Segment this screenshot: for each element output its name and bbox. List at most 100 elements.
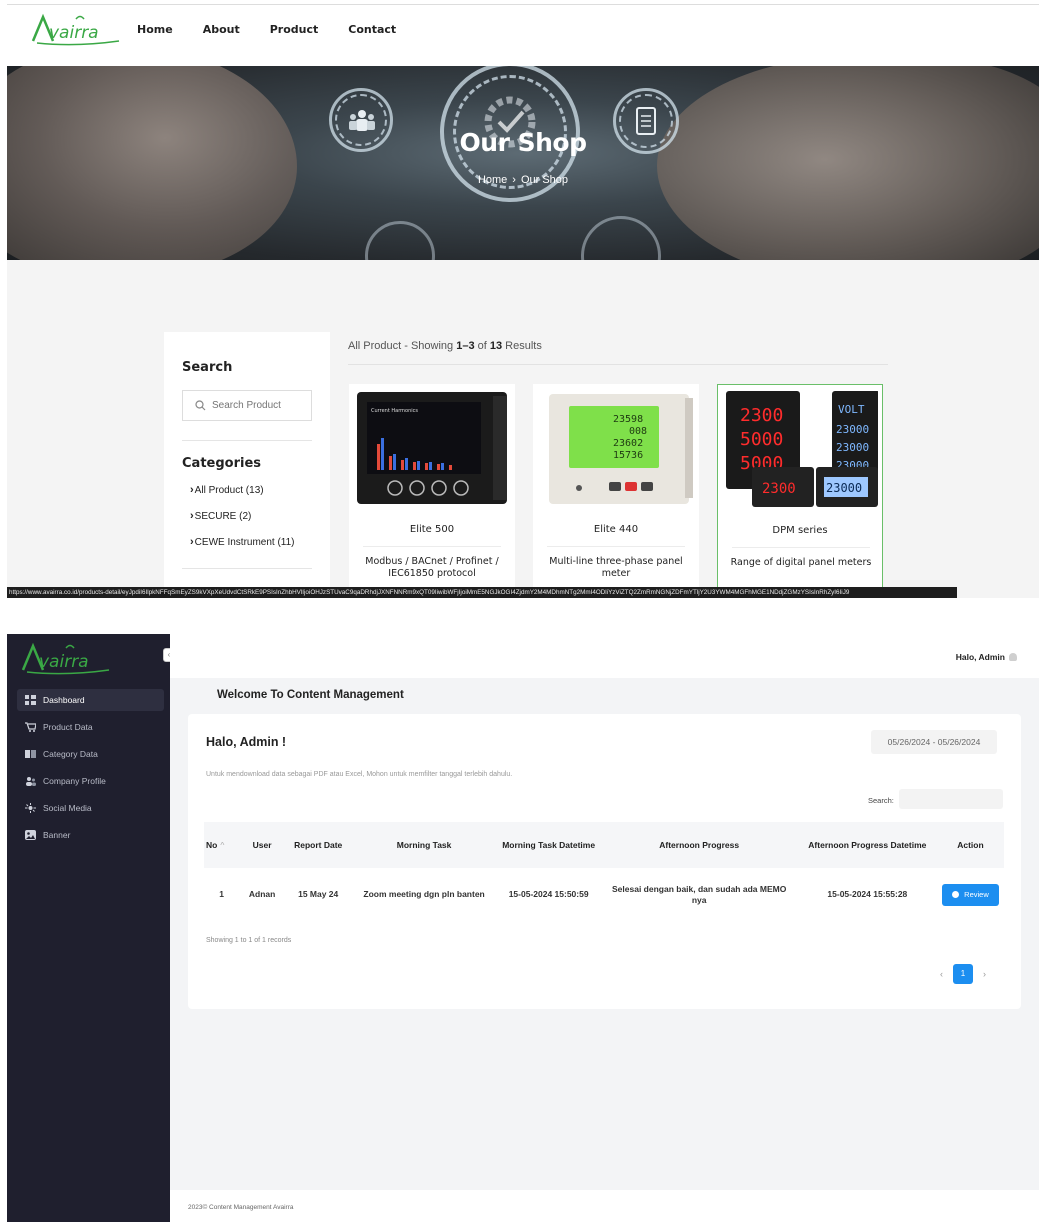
table-row: 1 Adnan 15 May 24 Zoom meeting dgn pln b… — [204, 868, 1004, 921]
report-panel: Halo, Admin ! 05/26/2024 - 05/26/2024 Un… — [188, 714, 1021, 1009]
svg-text:23000: 23000 — [836, 441, 869, 454]
menu-item-dashboard[interactable]: Dashboard — [17, 689, 164, 711]
table-search-input[interactable] — [899, 789, 1003, 809]
admin-sidebar: vairra ‹ Dashboard Product Data Category… — [7, 634, 175, 1222]
prev-page-icon[interactable]: ‹ — [940, 969, 943, 979]
nav-contact[interactable]: Contact — [348, 23, 396, 36]
svg-text:23598: 23598 — [613, 414, 643, 425]
search-heading: Search — [182, 360, 233, 375]
category-label: All Product (13) — [194, 485, 264, 496]
category-label: SECURE (2) — [194, 511, 252, 522]
search-product-input[interactable] — [212, 400, 307, 411]
book-icon — [25, 750, 36, 758]
col-no[interactable]: No ^ — [204, 822, 240, 868]
category-secure[interactable]: ›SECURE (2) — [190, 510, 251, 522]
page-heading: Welcome To Content Management — [217, 689, 404, 701]
shop-content: Search Categories ›All Product (13) ›SEC… — [7, 260, 1039, 598]
product-desc: Multi-line three-phase panel meter — [549, 556, 683, 579]
user-icon — [1009, 653, 1017, 661]
next-page-icon[interactable]: › — [983, 969, 986, 979]
col-action[interactable]: Action — [936, 822, 1004, 868]
sort-asc-icon: ^ — [220, 839, 225, 850]
categories-heading: Categories — [182, 456, 262, 471]
menu-item-product-data[interactable]: Product Data — [17, 716, 164, 738]
col-morning-task-datetime[interactable]: Morning Task Datetime — [496, 822, 601, 868]
dashboard-icon — [25, 695, 36, 705]
product-search-box[interactable] — [182, 390, 312, 421]
category-cewe-instrument[interactable]: ›CEWE Instrument (11) — [190, 536, 295, 548]
date-range-picker[interactable]: 05/26/2024 - 05/26/2024 — [871, 730, 997, 754]
product-card-elite-500[interactable]: Current Harmonics Elite 500 Modbus / BAC… — [349, 384, 515, 598]
cell-user: Adnan — [248, 889, 276, 899]
menu-label: Social Media — [43, 803, 92, 813]
cell-afternoon-progress: Selesai dengan baik, dan sudah ada MEMO … — [612, 883, 787, 905]
product-name[interactable]: DPM series — [718, 525, 882, 536]
product-card-elite-440[interactable]: 23598 008 23602 15736 Elite 440 Multi-line … — [533, 384, 699, 598]
col-report-date[interactable]: Report Date — [284, 822, 352, 868]
browser-status-url: https://www.avairra.co.id/products-detai… — [7, 587, 957, 598]
user-greeting: Halo, Admin — [955, 652, 1005, 662]
user-menu[interactable]: Halo, Admin — [956, 652, 1017, 662]
product-desc: Range of digital panel meters — [730, 557, 872, 568]
cell-morning-datetime: 15-05-2024 15:50:59 — [508, 889, 589, 899]
svg-text:23602: 23602 — [613, 438, 643, 449]
review-button[interactable]: Review — [942, 883, 999, 906]
menu-item-social-media[interactable]: Social Media — [17, 797, 164, 819]
results-summary: All Product - Showing 1–3 of 13 Results — [348, 340, 542, 352]
hero-hand-right — [657, 66, 1039, 260]
results-range: 1–3 — [456, 340, 475, 352]
results-divider — [348, 364, 888, 365]
breadcrumb-home[interactable]: Home — [478, 174, 507, 186]
nav-product[interactable]: Product — [270, 23, 319, 36]
hero-hand-left — [7, 66, 297, 260]
results-prefix: All Product - Showing — [348, 340, 457, 352]
nav-home[interactable]: Home — [137, 23, 173, 36]
col-morning-task[interactable]: Morning Task — [351, 822, 497, 868]
hero-title: Our Shop — [459, 128, 587, 157]
product-card-dpm-series[interactable]: 2300 5000 5000 VOLT 23000 23000 23000 2300 23… — [717, 384, 883, 598]
menu-label: Product Data — [43, 722, 93, 732]
category-label: CEWE Instrument (11) — [194, 537, 295, 548]
menu-label: Banner — [43, 830, 71, 840]
hero-banner: Our Shop Home › Our Shop — [7, 66, 1039, 260]
cell-afternoon-datetime: 15-05-2024 15:55:28 — [827, 889, 908, 899]
download-note: Untuk mendownload data sebagai PDF atau … — [206, 771, 513, 778]
menu-item-banner[interactable]: Banner — [17, 824, 164, 846]
page-button-current[interactable]: 1 — [953, 964, 973, 984]
table-header-row: No ^ User Report Date Morning Task Mornin… — [204, 822, 1004, 868]
nav-about[interactable]: About — [203, 23, 240, 36]
elite-500-image: Current Harmonics — [357, 392, 507, 504]
svg-text:vairra: vairra — [49, 23, 99, 43]
breadcrumb: Home › Our Shop — [7, 174, 1039, 186]
avairra-logo[interactable]: vairra — [31, 13, 121, 47]
avairra-logo[interactable]: vairra — [21, 642, 111, 676]
breadcrumb-current: Our Shop — [520, 174, 569, 186]
chevron-right-icon: › — [190, 510, 194, 522]
footer-copyright: 2023© Content Management Avairra — [188, 1204, 294, 1211]
admin-dashboard-screenshot: vairra ‹ Dashboard Product Data Category… — [7, 634, 1039, 1222]
menu-item-company-profile[interactable]: Company Profile — [17, 770, 164, 792]
product-name[interactable]: Elite 500 — [349, 524, 515, 535]
report-table: No ^ User Report Date Morning Task Mornin… — [204, 822, 1004, 921]
admin-topbar: Halo, Admin — [170, 634, 1039, 678]
menu-item-category-data[interactable]: Category Data — [17, 743, 164, 765]
results-suffix: Results — [502, 340, 542, 352]
pagination: ‹ 1 › — [940, 964, 986, 984]
elite-440-image: 235980082360215736 — [549, 394, 693, 504]
product-name[interactable]: Elite 440 — [533, 524, 699, 535]
results-of: of — [474, 340, 490, 352]
sidebar-divider — [182, 568, 312, 569]
image-icon — [25, 830, 36, 840]
product-desc: Modbus / BACnet / Profinet / IEC61850 pr… — [365, 556, 499, 579]
results-total: 13 — [489, 340, 503, 352]
sidebar-divider — [182, 440, 312, 441]
col-user[interactable]: User — [239, 822, 285, 868]
col-afternoon-progress[interactable]: Afternoon Progress — [600, 822, 798, 868]
col-afternoon-progress-datetime[interactable]: Afternoon Progress Datetime — [797, 822, 937, 868]
category-all-product[interactable]: ›All Product (13) — [190, 484, 264, 496]
lock-ring — [365, 221, 435, 260]
dpm-series-image: 230050005000 VOLT230002300023000 2300 23… — [726, 391, 878, 507]
svg-text:2300: 2300 — [740, 405, 783, 426]
card-divider — [547, 546, 685, 547]
chevron-right-icon: › — [190, 484, 194, 496]
